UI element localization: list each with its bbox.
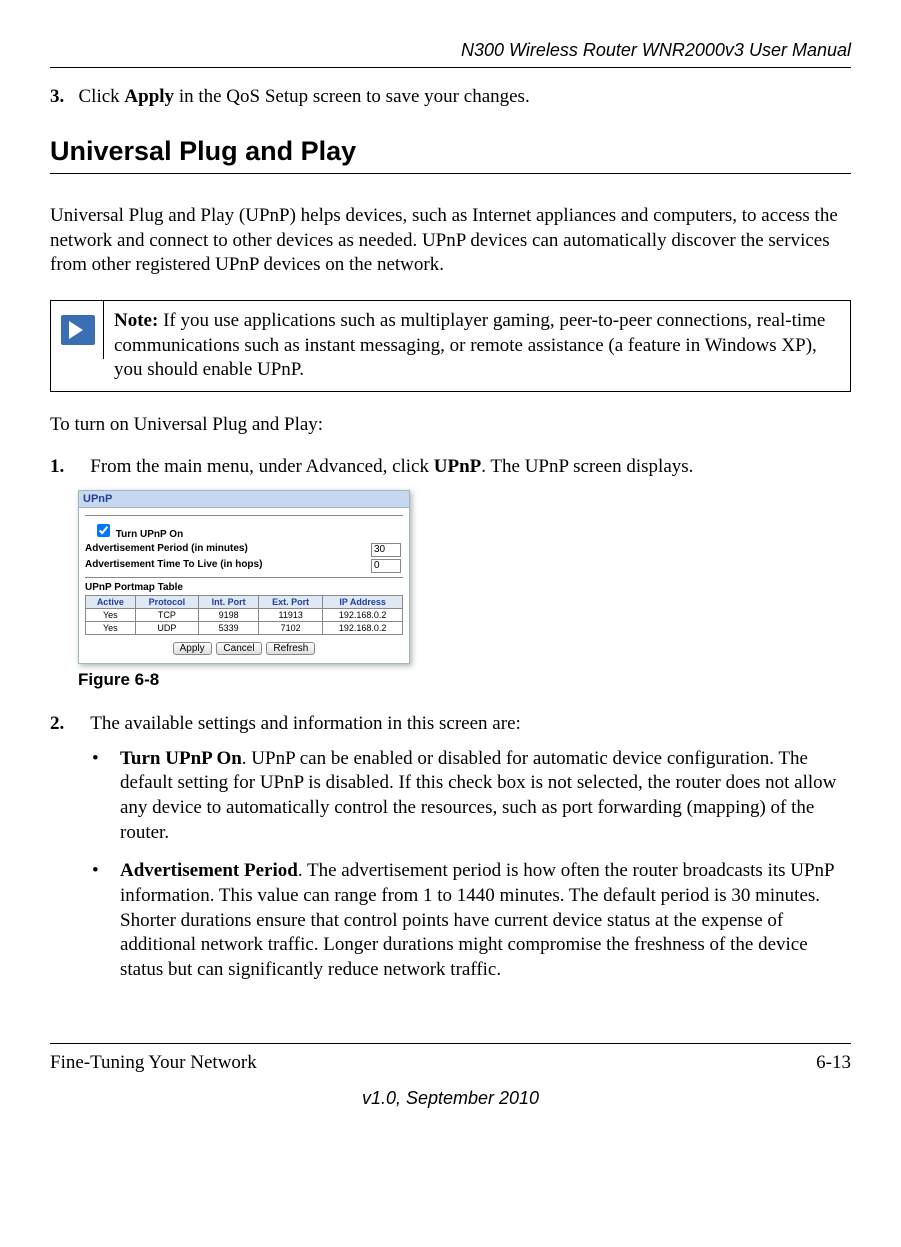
upnp-panel: UPnP Turn UPnP On Advertisement Period (… [78,490,410,664]
note-box: Note: If you use applications such as mu… [50,300,851,392]
th-active: Active [86,595,136,608]
intro-paragraph: Universal Plug and Play (UPnP) helps dev… [50,204,851,278]
footer-section: Fine-Tuning Your Network [50,1052,257,1074]
th-protocol: Protocol [135,595,199,608]
portmap-heading: UPnP Portmap Table [85,582,403,593]
upnp-bold: UPnP [434,456,482,477]
table-row: Yes TCP 9198 11913 192.168.0.2 [86,608,403,621]
step-3-after: in the QoS Setup screen to save your cha… [174,86,530,107]
footer-row: Fine-Tuning Your Network 6-13 [50,1052,851,1074]
adv-period-input[interactable] [371,543,401,557]
apply-button[interactable]: Apply [173,642,212,655]
portmap-table: Active Protocol Int. Port Ext. Port IP A… [85,595,403,635]
page-number: 6-13 [816,1052,851,1074]
step-1-after: . The UPnP screen displays. [481,456,693,477]
adv-period-row: Advertisement Period (in minutes) [85,542,403,558]
divider-top [50,67,851,68]
divider-bottom [50,1043,851,1044]
figure-caption: Figure 6-8 [78,670,851,690]
th-ext-port: Ext. Port [259,595,323,608]
note-label: Note: [114,310,158,331]
step-3: 3. Click Apply in the QoS Setup screen t… [50,86,851,108]
cancel-button[interactable]: Cancel [216,642,261,655]
refresh-button[interactable]: Refresh [266,642,315,655]
version-text: v1.0, September 2010 [50,1088,851,1109]
step-1: 1. From the main menu, under Advanced, c… [50,455,851,480]
step-3-before: Click [79,86,125,107]
step-1-number: 1. [50,455,76,480]
lead-in: To turn on Universal Plug and Play: [50,414,851,436]
step-2: 2. The available settings and informatio… [50,712,851,737]
turn-upnp-checkbox[interactable] [97,524,110,537]
upnp-divider [85,515,403,516]
bullet-list: Turn UPnP On. UPnP can be enabled or dis… [92,747,851,983]
upnp-panel-title: UPnP [79,491,409,508]
ttl-label: Advertisement Time To Live (in hops) [85,559,262,573]
section-heading: Universal Plug and Play [50,136,851,167]
upnp-divider-2 [85,577,403,578]
ttl-row: Advertisement Time To Live (in hops) [85,558,403,574]
ttl-input[interactable] [371,559,401,573]
button-row: Apply Cancel Refresh [85,639,403,659]
step-2-text: The available settings and information i… [90,713,521,734]
arrow-right-icon [61,315,95,345]
list-item: Advertisement Period. The advertisement … [92,859,851,982]
note-icon-cell [51,301,104,359]
bullet-2-bold: Advertisement Period [120,860,298,881]
table-row: Yes UDP 5339 7102 192.168.0.2 [86,621,403,634]
note-body: If you use applications such as multipla… [114,310,825,380]
section-underline [50,173,851,174]
note-text: Note: If you use applications such as mu… [104,301,850,391]
apply-label: Apply [124,86,174,107]
doc-header-title: N300 Wireless Router WNR2000v3 User Manu… [50,40,851,61]
list-item: Turn UPnP On. UPnP can be enabled or dis… [92,747,851,846]
bullet-1-bold: Turn UPnP On [120,748,242,769]
th-int-port: Int. Port [199,595,259,608]
table-header-row: Active Protocol Int. Port Ext. Port IP A… [86,595,403,608]
adv-period-label: Advertisement Period (in minutes) [85,543,248,557]
step-2-number: 2. [50,712,76,737]
turn-upnp-label: Turn UPnP On [116,529,183,540]
step-1-before: From the main menu, under Advanced, clic… [90,456,434,477]
th-ip: IP Address [323,595,403,608]
step-3-number: 3. [50,86,64,107]
turn-upnp-row: Turn UPnP On [85,519,403,542]
